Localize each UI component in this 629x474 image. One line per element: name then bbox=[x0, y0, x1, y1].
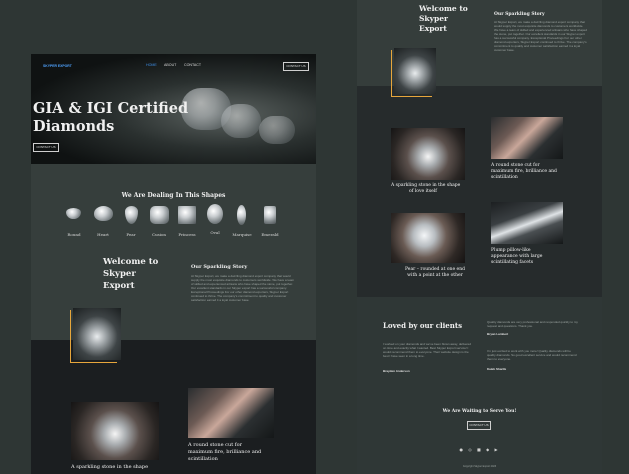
welcome-heading: Welcome to Skyper Export bbox=[419, 4, 468, 34]
princess-diamond-icon bbox=[178, 206, 196, 224]
testimonial-author: Bryan Lambert bbox=[487, 332, 509, 336]
marquise-diamond-icon bbox=[237, 205, 246, 225]
gallery-caption: A sparkling stone in the shape of love i… bbox=[391, 183, 471, 195]
diamond-tweezers-photo bbox=[394, 48, 436, 94]
welcome-line: Welcome to bbox=[419, 4, 468, 13]
caption-line: scintillation bbox=[491, 175, 518, 180]
hero-title-line: GIA & IGI Certified bbox=[33, 100, 189, 117]
welcome-line: Welcome to bbox=[103, 257, 159, 267]
story-body: At Skyper Export, we make a dazzling dia… bbox=[191, 274, 295, 302]
shape-label: Pear bbox=[126, 232, 136, 237]
instagram-icon[interactable]: ◎ bbox=[468, 447, 474, 452]
clients-heading: Loved by our clients bbox=[383, 321, 463, 330]
nav-home[interactable]: HOME bbox=[146, 63, 157, 67]
round-diamond-icon bbox=[66, 208, 81, 219]
testimonial-quote: I worked on your diamonds and we’ve been… bbox=[383, 342, 471, 358]
shape-label: Oval bbox=[210, 230, 220, 235]
homepage-preview-left: SKYPER EXPORT HOME ABOUT CONTACT CONTACT… bbox=[31, 54, 316, 474]
testimonial-author: Kaleb Sharife bbox=[487, 367, 507, 371]
caption-line: maximum fire, brilliance and bbox=[188, 449, 262, 455]
round-diamond-photo bbox=[188, 388, 274, 438]
hero-title: GIA & IGI Certified Diamonds bbox=[33, 100, 188, 136]
caption-line: A round stone cut for bbox=[188, 442, 243, 448]
round-diamond-photo bbox=[491, 117, 563, 159]
caption-line: scintillating facets bbox=[491, 260, 534, 265]
oval-diamond-icon bbox=[207, 204, 223, 224]
hero-contact-button[interactable]: CONTACT US bbox=[33, 143, 59, 152]
shape-label: Heart bbox=[97, 232, 109, 237]
story-body: At Skyper Export, we make a dazzling dia… bbox=[494, 20, 588, 52]
shapes-heading: We Are Dealing In This Shapes bbox=[121, 192, 226, 199]
nav-about[interactable]: ABOUT bbox=[164, 63, 176, 67]
testimonial-quote: I’m just excited to work with you more! … bbox=[487, 349, 577, 361]
caption-line: with a point at the other bbox=[407, 273, 463, 278]
gallery-caption: A round stone cut for maximum fire, bril… bbox=[491, 163, 571, 181]
brand-logo[interactable]: SKYPER EXPORT bbox=[43, 64, 72, 68]
cushion-diamond-icon bbox=[150, 206, 169, 224]
story-title: Our Sparkling Story bbox=[191, 264, 248, 270]
gallery-caption: Pear – rounded at one end with a point a… bbox=[391, 267, 479, 279]
caption-line: of love itself bbox=[409, 189, 437, 194]
youtube-icon[interactable]: ▶ bbox=[494, 447, 499, 452]
welcome-line: Export bbox=[419, 24, 447, 33]
homepage-preview-right: Welcome to Skyper Export Our Sparkling S… bbox=[357, 0, 602, 474]
heart-diamond-photo bbox=[391, 128, 465, 180]
testimonial-author: Brayden Anderson bbox=[383, 369, 410, 373]
gallery-caption: A sparkling stone in the shape bbox=[71, 464, 149, 470]
nav-contact-button[interactable]: CONTACT US bbox=[283, 62, 309, 71]
pear-diamond-photo bbox=[391, 213, 465, 263]
hero-section: SKYPER EXPORT HOME ABOUT CONTACT CONTACT… bbox=[31, 54, 316, 164]
linkedin-icon[interactable]: ■ bbox=[477, 447, 483, 452]
copyright: Copyright Skyper Export 2023 bbox=[462, 465, 497, 468]
shape-label: Cusion bbox=[152, 232, 166, 237]
welcome-line: Export bbox=[103, 281, 135, 291]
welcome-heading: Welcome to Skyper Export bbox=[103, 256, 158, 292]
diamond-tweezers-photo bbox=[73, 308, 121, 360]
gallery-caption: Plump pillow-like appearance with large … bbox=[491, 248, 571, 266]
gallery-caption: A round stone cut for maximum fire, bril… bbox=[188, 442, 288, 463]
hero-title-line: Diamonds bbox=[33, 118, 115, 135]
footer-heading: We Are Waiting to Serve You! bbox=[442, 409, 517, 414]
shape-label: Princess bbox=[178, 232, 196, 237]
welcome-line: Skyper bbox=[419, 14, 448, 23]
pear-diamond-icon bbox=[125, 206, 138, 224]
hero-diamond-image bbox=[221, 104, 261, 138]
heart-diamond-photo bbox=[71, 402, 159, 460]
shape-label: Round bbox=[67, 232, 81, 237]
hero-diamond-image bbox=[259, 116, 295, 144]
emerald-diamond-icon bbox=[264, 206, 276, 224]
social-icons: ● ◎ ■ ◆ ▶ bbox=[357, 447, 602, 452]
facebook-icon[interactable]: ● bbox=[459, 447, 465, 452]
shape-label: Marquise bbox=[232, 232, 252, 237]
heart-diamond-icon bbox=[94, 206, 113, 221]
nav-contact[interactable]: CONTACT bbox=[184, 63, 201, 67]
welcome-line: Skyper bbox=[103, 269, 136, 279]
cushion-diamond-photo bbox=[491, 202, 563, 244]
footer-contact-button[interactable]: CONTACT US bbox=[467, 421, 491, 430]
story-title: Our Sparkling Story bbox=[494, 12, 545, 17]
testimonial-quote: Quality diamonds are very professional a… bbox=[487, 320, 578, 328]
caption-line: scintillation bbox=[188, 456, 218, 462]
shape-label: Emerald bbox=[261, 232, 279, 237]
twitter-icon[interactable]: ◆ bbox=[486, 447, 491, 452]
